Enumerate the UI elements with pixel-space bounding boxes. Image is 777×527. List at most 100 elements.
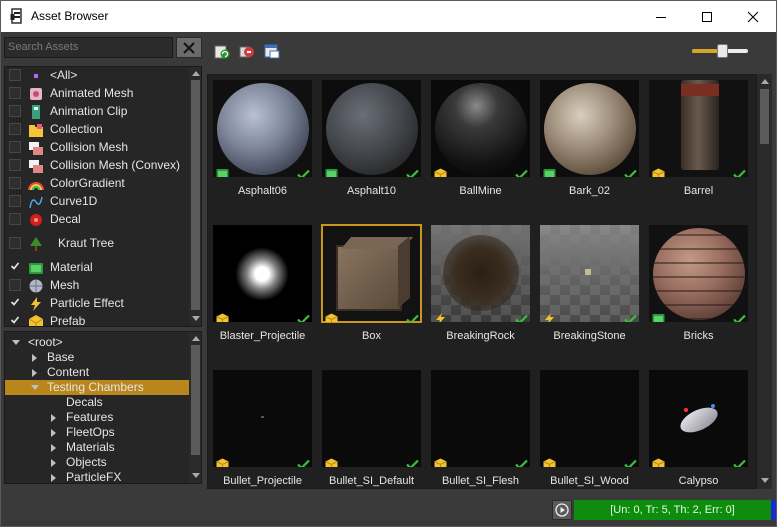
asset-tile[interactable]: Asphalt10 [319,77,422,217]
asset-type-item[interactable]: Prefab [5,313,189,326]
expand-arrow-right-icon[interactable] [51,429,56,437]
expand-arrow-down-icon[interactable] [31,385,39,390]
type-checkbox[interactable] [9,87,21,99]
asset-tile[interactable]: Barrel [646,77,749,217]
asset-type-item[interactable]: Mesh [5,277,189,295]
expand-arrow-right-icon[interactable] [51,414,56,422]
scroll-down-icon[interactable] [192,316,200,321]
slider-handle[interactable] [716,44,728,58]
tree-node[interactable]: <root> [5,335,189,350]
asset-thumbnail[interactable] [322,370,421,467]
scroll-up-icon[interactable] [192,71,200,76]
tree-node[interactable]: Content [5,365,189,380]
type-checkbox[interactable] [9,315,21,326]
asset-grid[interactable]: Asphalt06 Asphalt10 BallMine Bark_02 Barrel B… [207,74,757,489]
tree-node[interactable]: Objects [5,455,189,470]
scroll-up-icon[interactable] [761,79,769,84]
tree-node[interactable]: Materials [5,440,189,455]
asset-thumbnail[interactable] [431,225,530,322]
type-checkbox[interactable] [9,69,21,81]
asset-type-list[interactable]: <All> Animated Mesh Animation Clip Collecti… [4,66,202,327]
scroll-thumb[interactable] [760,89,769,144]
expand-arrow-down-icon[interactable] [12,340,20,345]
asset-thumbnail[interactable] [321,224,422,323]
asset-tile[interactable]: BallMine [428,77,531,217]
search-input[interactable]: Search Assets [4,37,173,58]
type-checkbox[interactable] [9,237,21,249]
asset-thumbnail[interactable] [649,225,748,322]
asset-tile[interactable]: BreakingRock [428,222,531,362]
asset-thumbnail[interactable] [322,80,421,177]
title-bar[interactable]: Asset Browser [1,1,776,32]
asset-type-item[interactable]: Material [5,259,189,277]
expand-arrow-right-icon[interactable] [32,369,37,377]
expand-arrow-right-icon[interactable] [51,459,56,467]
clear-search-button[interactable] [176,37,202,58]
asset-thumbnail[interactable] [213,370,312,467]
expand-arrow-right-icon[interactable] [51,474,56,482]
type-checkbox[interactable] [9,279,21,291]
type-checkbox[interactable] [9,141,21,153]
asset-thumbnail[interactable] [431,80,530,177]
type-list-scrollbar[interactable] [189,67,201,326]
asset-type-item[interactable]: Kraut Tree [5,235,189,253]
scroll-down-icon[interactable] [192,473,200,478]
import-icon[interactable] [239,43,255,59]
asset-thumbnail[interactable] [540,370,639,467]
scroll-thumb[interactable] [191,80,200,310]
type-checkbox[interactable] [9,159,21,171]
asset-type-item[interactable]: Collision Mesh [5,139,189,157]
asset-type-item[interactable]: Particle Effect [5,295,189,313]
tree-node[interactable]: ParticleFX [5,470,189,483]
close-button[interactable] [730,1,776,32]
scroll-down-icon[interactable] [761,478,769,483]
zoom-slider[interactable] [692,44,748,58]
type-checkbox[interactable] [9,297,21,309]
tree-scrollbar[interactable] [189,332,201,483]
asset-tile[interactable]: Bullet_SI_Default [319,367,422,488]
tree-node[interactable]: Base [5,350,189,365]
refresh-icon[interactable] [214,43,230,59]
asset-tile[interactable]: Box [319,222,422,362]
play-button[interactable] [552,500,572,520]
asset-type-item[interactable]: Curve1D [5,193,189,211]
expand-arrow-right-icon[interactable] [32,354,37,362]
asset-type-item[interactable]: Animated Mesh [5,85,189,103]
asset-type-item[interactable]: ColorGradient [5,175,189,193]
type-checkbox[interactable] [9,261,21,273]
folder-tree[interactable]: <root> Base Content Testing Chambers Decals F… [4,331,202,484]
type-checkbox[interactable] [9,123,21,135]
asset-tile[interactable]: Asphalt06 [210,77,313,217]
asset-thumbnail[interactable] [213,80,312,177]
tree-node[interactable]: Features [5,410,189,425]
asset-type-item[interactable]: Collision Mesh (Convex) [5,157,189,175]
expand-arrow-right-icon[interactable] [51,444,56,452]
asset-thumbnail[interactable] [649,80,748,177]
type-checkbox[interactable] [9,177,21,189]
type-checkbox[interactable] [9,105,21,117]
asset-thumbnail[interactable] [540,80,639,177]
asset-thumbnail[interactable] [649,370,748,467]
asset-thumbnail[interactable] [213,225,312,322]
asset-tile[interactable]: Bark_02 [537,77,640,217]
asset-type-item[interactable]: Animation Clip [5,103,189,121]
asset-tile[interactable]: BreakingStone [537,222,640,362]
minimize-button[interactable] [638,1,684,32]
asset-tile[interactable]: Bricks [646,222,749,362]
window-icon[interactable] [264,43,280,59]
scroll-thumb[interactable] [191,345,200,455]
tree-node[interactable]: Testing Chambers [5,380,189,395]
scroll-up-icon[interactable] [192,336,200,341]
type-checkbox[interactable] [9,213,21,225]
tree-node[interactable]: Decals [5,395,189,410]
asset-tile[interactable]: Blaster_Projectile [210,222,313,362]
maximize-button[interactable] [684,1,730,32]
asset-tile[interactable]: Bullet_SI_Flesh [428,367,531,488]
asset-tile[interactable]: Bullet_SI_Wood [537,367,640,488]
tree-node[interactable]: FleetOps [5,425,189,440]
type-checkbox[interactable] [9,195,21,207]
asset-thumbnail[interactable] [431,370,530,467]
asset-grid-scrollbar[interactable] [757,74,772,489]
asset-thumbnail[interactable] [540,225,639,322]
asset-tile[interactable]: Calypso [646,367,749,488]
